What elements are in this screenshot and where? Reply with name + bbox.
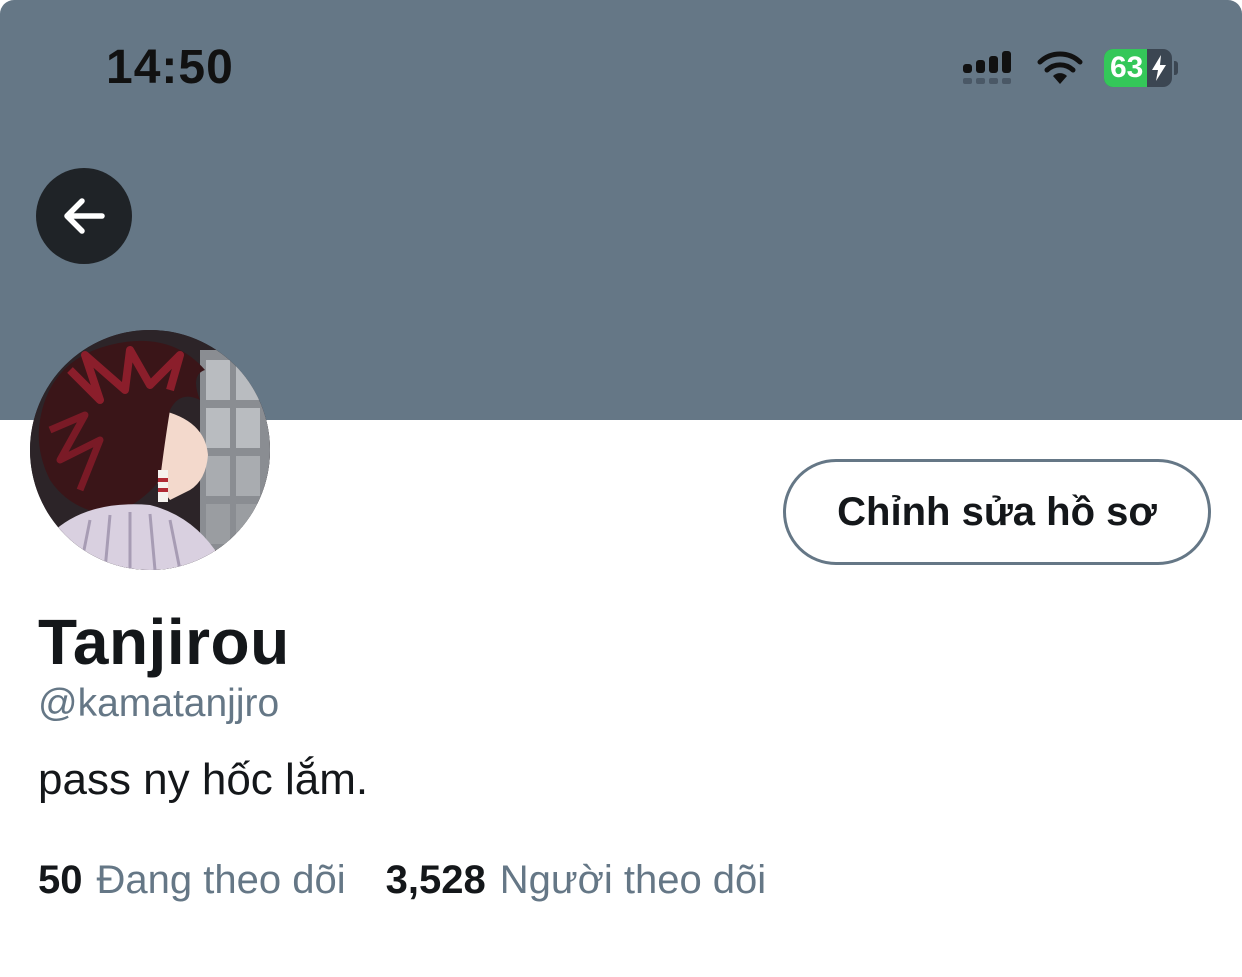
status-icons: 63 xyxy=(962,46,1178,90)
profile-screen: 14:50 63 Chỉnh sửa hồ sơ Tanjirou @kamat… xyxy=(0,0,1242,977)
edit-profile-button[interactable]: Chỉnh sửa hồ sơ xyxy=(783,459,1211,565)
followers-count: 3,528 xyxy=(385,858,486,902)
followers-stat[interactable]: 3,528 Người theo dõi xyxy=(386,858,767,903)
avatar[interactable] xyxy=(30,330,270,570)
arrow-left-icon xyxy=(64,198,105,234)
back-button[interactable] xyxy=(36,168,132,264)
user-handle: @kamatanjjro xyxy=(38,682,280,725)
status-time: 14:50 xyxy=(106,41,234,94)
followers-label: Người theo dõi xyxy=(499,858,767,902)
bolt-icon xyxy=(1152,55,1167,81)
following-stat[interactable]: 50 Đang theo dõi xyxy=(38,858,346,903)
wifi-icon xyxy=(1037,51,1083,84)
profile-bio: pass ny hốc lắm. xyxy=(38,755,369,804)
signal-icon xyxy=(963,51,1011,84)
battery-charging-icon: 63 xyxy=(1104,49,1178,87)
battery-tip xyxy=(1174,61,1178,75)
following-label: Đang theo dõi xyxy=(96,858,346,902)
follow-stats: 50 Đang theo dõi 3,528 Người theo dõi xyxy=(38,858,806,903)
display-name: Tanjirou xyxy=(38,606,290,678)
avatar-image xyxy=(30,330,270,570)
battery-level: 63 xyxy=(1110,51,1144,84)
following-count: 50 xyxy=(38,858,83,902)
